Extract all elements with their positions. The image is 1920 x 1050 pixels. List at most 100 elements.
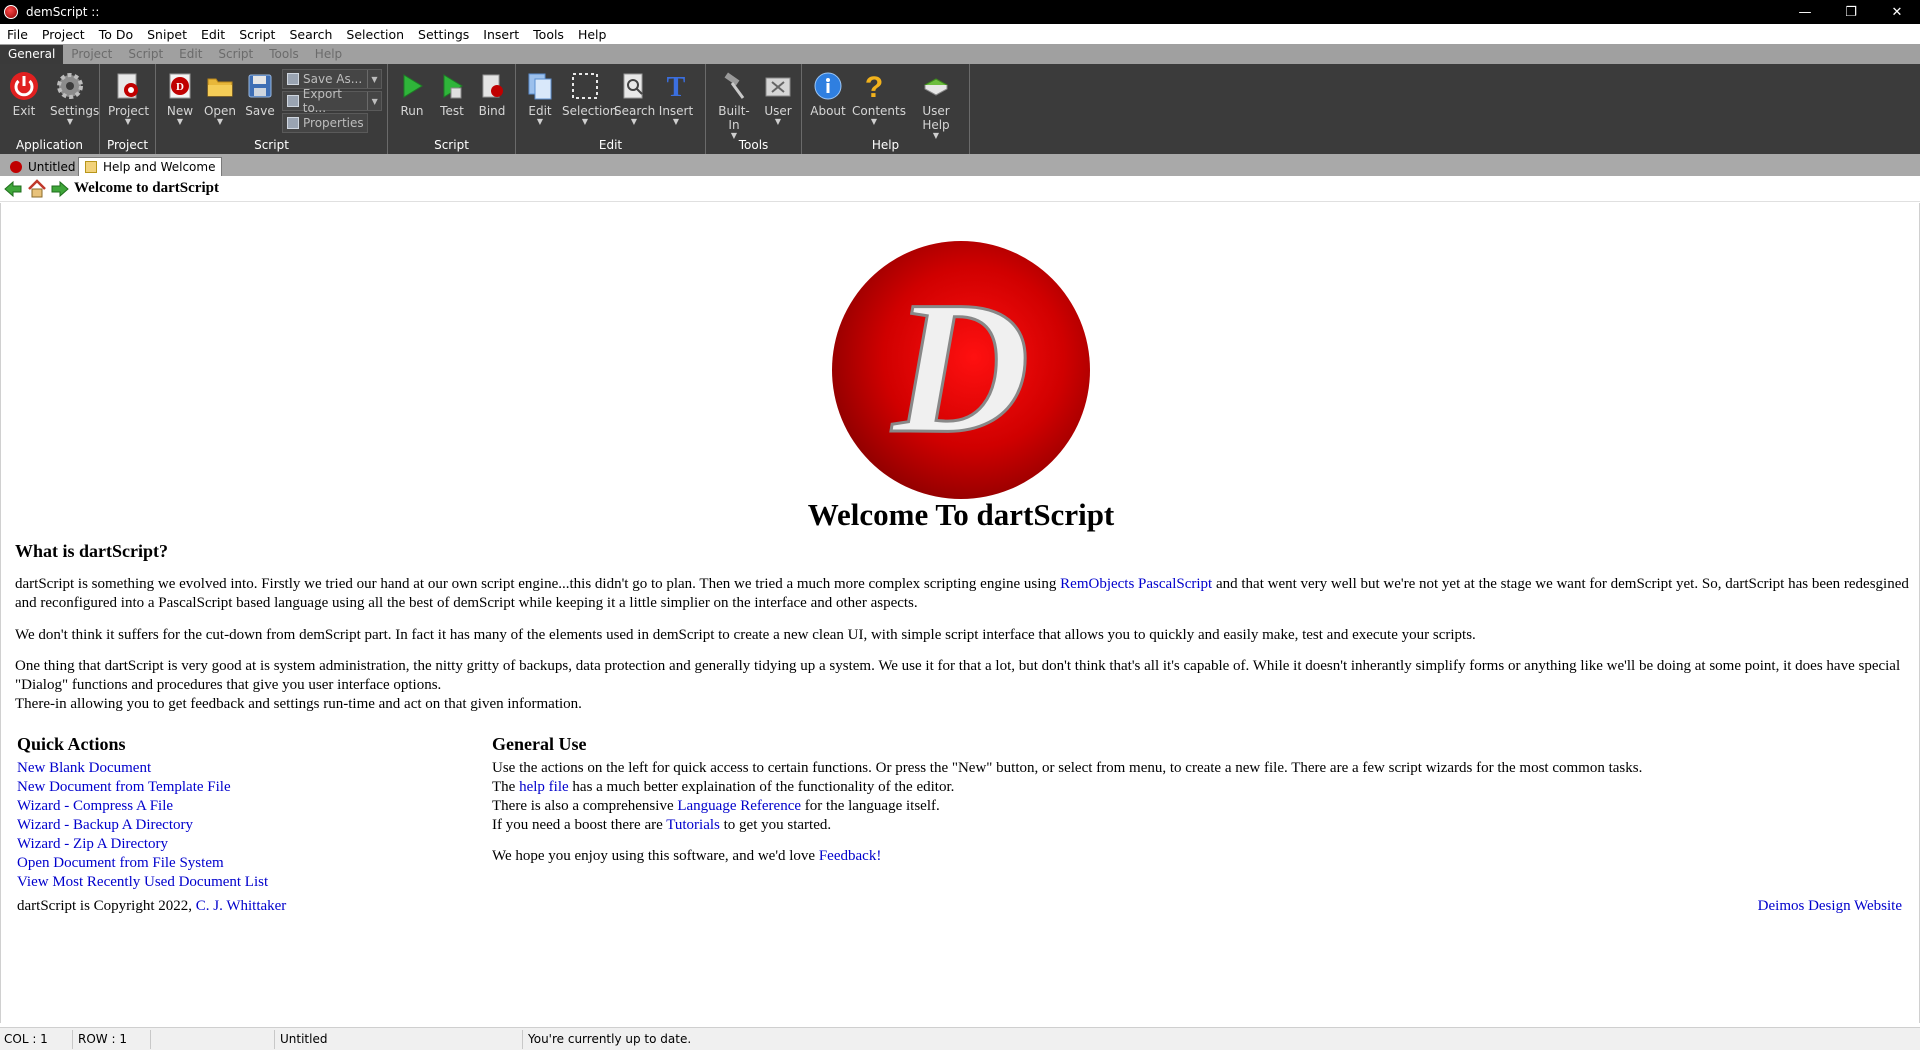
save-as-button[interactable]: Save As... ▼	[282, 69, 382, 89]
new-button[interactable]: D New ▼	[160, 70, 200, 126]
status-column: COL : 1	[4, 1032, 48, 1046]
project-button[interactable]: Project ▼	[108, 70, 149, 126]
what-is-heading: What is dartScript?	[15, 541, 168, 561]
user-help-button[interactable]: User Help ▼	[908, 70, 964, 140]
help-page-content: D Welcome To dartScript What is dartScri…	[0, 203, 1920, 1023]
chevron-down-icon: ▼	[176, 117, 184, 126]
help-file-link[interactable]: help file	[519, 779, 569, 795]
tab-script[interactable]: Script	[120, 45, 171, 64]
power-icon	[8, 70, 40, 102]
builtin-button[interactable]: Built-In ▼	[714, 70, 754, 140]
wizard-compress-link[interactable]: Wizard - Compress A File	[17, 798, 173, 814]
bind-button[interactable]: Bind	[472, 70, 512, 118]
chevron-down-icon: ▼	[630, 117, 638, 126]
contents-button[interactable]: ? Contents ▼	[852, 70, 906, 126]
tab-help-and-welcome[interactable]: Help and Welcome	[78, 157, 223, 176]
copyright-text: dartScript is Copyright 2022, C. J. Whit…	[17, 898, 287, 914]
menu-script[interactable]: Script	[232, 27, 282, 42]
tab-help[interactable]: Help	[307, 45, 350, 64]
test-play-icon	[436, 70, 468, 102]
toolbox-icon	[762, 70, 794, 102]
tab-general[interactable]: General	[0, 45, 64, 64]
status-divider	[72, 1030, 73, 1049]
group-script: D New ▼ Open ▼ Save Save As... ▼ Export …	[156, 64, 388, 154]
minimize-button[interactable]: —	[1782, 0, 1828, 24]
group-label: Project	[106, 138, 149, 152]
status-row: ROW : 1	[78, 1032, 127, 1046]
export-to-button[interactable]: Export to... ▼	[282, 87, 382, 115]
page-title: Welcome to dartScript	[74, 180, 219, 196]
intro-paragraph: dartScript is something we evolved into.…	[15, 576, 1909, 611]
home-icon[interactable]	[27, 179, 47, 202]
new-blank-document-link[interactable]: New Blank Document	[17, 760, 151, 776]
wizard-backup-link[interactable]: Wizard - Backup A Directory	[17, 817, 193, 833]
title-bar: demScript :: — ❐ ✕	[0, 0, 1920, 24]
feedback-link[interactable]: Feedback!	[819, 848, 881, 864]
tab-tools[interactable]: Tools	[261, 45, 307, 64]
menu-tools[interactable]: Tools	[526, 27, 571, 42]
tab-edit[interactable]: Edit	[171, 45, 210, 64]
tab-script-2[interactable]: Script	[210, 45, 261, 64]
menu-insert[interactable]: Insert	[476, 27, 526, 42]
save-button[interactable]: Save	[240, 70, 280, 118]
remobjects-link[interactable]: RemObjects PascalScript	[1060, 576, 1212, 592]
ribbon-tabs: General Project Script Edit Script Tools…	[0, 44, 1920, 64]
author-link[interactable]: C. J. Whittaker	[196, 898, 287, 914]
insert-text-icon: T	[660, 70, 692, 102]
properties-button[interactable]: Properties	[282, 113, 368, 133]
user-tools-button[interactable]: User ▼	[758, 70, 798, 126]
status-document: Untitled	[280, 1032, 328, 1046]
edit-button[interactable]: Edit ▼	[520, 70, 560, 126]
menu-settings[interactable]: Settings	[411, 27, 476, 42]
quick-actions-heading: Quick Actions	[17, 734, 126, 754]
chevron-down-icon[interactable]: ▼	[367, 92, 381, 110]
settings-button[interactable]: Settings ▼	[50, 70, 99, 126]
close-button[interactable]: ✕	[1874, 0, 1920, 24]
status-divider	[150, 1030, 151, 1049]
group-tools: Built-In ▼ User ▼ Tools	[706, 64, 802, 154]
group-label: Edit	[598, 138, 623, 152]
test-button[interactable]: Test	[432, 70, 472, 118]
group-label: Script	[254, 138, 289, 152]
selection-button[interactable]: Selection ▼	[562, 70, 617, 126]
question-mark-icon: ?	[858, 70, 890, 102]
forward-arrow-icon[interactable]	[51, 180, 69, 201]
chevron-down-icon[interactable]: ▼	[367, 70, 381, 88]
recent-documents-link[interactable]: View Most Recently Used Document List	[17, 874, 268, 890]
status-divider	[274, 1030, 275, 1049]
app-icon	[4, 5, 18, 19]
general-use-body: Use the actions on the left for quick ac…	[492, 760, 1643, 864]
tab-untitled[interactable]: Untitled	[4, 157, 81, 176]
svg-text:D: D	[890, 263, 1029, 473]
wizard-zip-link[interactable]: Wizard - Zip A Directory	[17, 836, 168, 852]
menu-file[interactable]: File	[0, 27, 35, 42]
menu-help[interactable]: Help	[571, 27, 614, 42]
run-button[interactable]: Run	[392, 70, 432, 118]
tutorials-link[interactable]: Tutorials	[666, 817, 720, 833]
svg-text:T: T	[667, 72, 686, 101]
language-reference-link[interactable]: Language Reference	[677, 798, 801, 814]
document-tabs: Untitled Help and Welcome	[0, 154, 1920, 176]
exit-button[interactable]: Exit	[4, 70, 44, 118]
ribbon: Exit Settings ▼ Application Project ▼ Pr…	[0, 64, 1920, 154]
menu-edit[interactable]: Edit	[194, 27, 232, 42]
about-button[interactable]: About	[808, 70, 848, 118]
open-document-link[interactable]: Open Document from File System	[17, 855, 224, 871]
deimos-website-link[interactable]: Deimos Design Website	[1758, 898, 1902, 914]
menu-todo[interactable]: To Do	[92, 27, 140, 42]
menu-search[interactable]: Search	[282, 27, 339, 42]
browser-nav-bar: Welcome to dartScript	[0, 176, 1920, 202]
search-button[interactable]: Search ▼	[614, 70, 655, 126]
insert-button[interactable]: T Insert ▼	[656, 70, 696, 126]
group-script-run: Run Test Bind Script	[388, 64, 516, 154]
chevron-down-icon: ▼	[581, 117, 589, 126]
tab-project[interactable]: Project	[63, 45, 120, 64]
hammer-icon	[718, 70, 750, 102]
menu-selection[interactable]: Selection	[339, 27, 411, 42]
open-button[interactable]: Open ▼	[200, 70, 240, 126]
menu-project[interactable]: Project	[35, 27, 92, 42]
back-arrow-icon[interactable]	[4, 180, 22, 201]
new-from-template-link[interactable]: New Document from Template File	[17, 779, 231, 795]
restore-button[interactable]: ❐	[1828, 0, 1874, 24]
menu-snipet[interactable]: Snipet	[140, 27, 194, 42]
